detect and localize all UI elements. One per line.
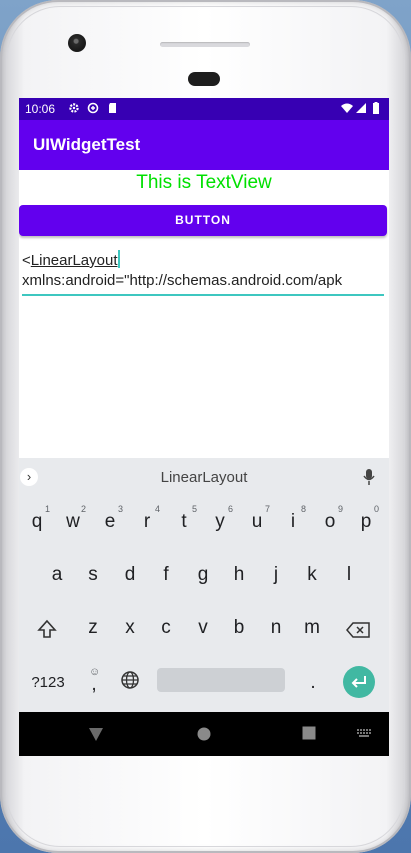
- wifi-icon: [341, 103, 353, 113]
- key-o[interactable]: o: [315, 511, 345, 533]
- suggestion-word[interactable]: LinearLayout: [19, 469, 389, 486]
- backspace-key-icon[interactable]: [346, 622, 370, 638]
- key-u[interactable]: u: [242, 511, 272, 533]
- key-m[interactable]: m: [297, 617, 327, 639]
- key-q[interactable]: q: [22, 511, 52, 533]
- key-s[interactable]: s: [78, 564, 108, 586]
- earpiece: [188, 72, 220, 86]
- key-hint-4: 4: [155, 504, 161, 514]
- period-key[interactable]: .: [298, 672, 328, 694]
- nav-home-icon[interactable]: [196, 726, 212, 742]
- key-k[interactable]: k: [297, 564, 327, 586]
- comma-key[interactable]: ,: [79, 674, 109, 696]
- key-d[interactable]: d: [115, 564, 145, 586]
- edit-text-composing-word: LinearLayout: [30, 252, 118, 269]
- key-t[interactable]: t: [169, 511, 199, 533]
- data-saver-icon: [87, 102, 99, 114]
- cell-signal-icon: [356, 103, 366, 113]
- key-z[interactable]: z: [78, 617, 108, 639]
- sd-card-icon: [109, 103, 116, 113]
- key-r[interactable]: r: [132, 511, 162, 533]
- key-f[interactable]: f: [151, 564, 181, 586]
- edit-text-line2: xmlns:android="http://schemas.android.co…: [22, 272, 343, 289]
- key-i[interactable]: i: [278, 511, 308, 533]
- text-view: This is TextView: [136, 172, 272, 193]
- enter-arrow-icon: [351, 676, 366, 688]
- key-h[interactable]: h: [224, 564, 254, 586]
- symbols-key[interactable]: ?123: [27, 674, 69, 691]
- key-l[interactable]: l: [334, 564, 364, 586]
- edit-text-field[interactable]: <LinearLayout xmlns:android="http://sche…: [22, 250, 384, 296]
- settings-gear-icon: [69, 103, 79, 113]
- front-camera: [68, 34, 86, 52]
- key-hint-6: 6: [228, 504, 234, 514]
- speaker-grill: [160, 42, 250, 47]
- key-v[interactable]: v: [188, 617, 218, 639]
- nav-back-icon[interactable]: [88, 726, 104, 742]
- soft-keyboard: q 1 w 2 e 3 r 4 t 5 y 6 u 7 i 8 o 9 p 0 a s d f g h j k l z x c v b n m ?123…: [19, 496, 389, 712]
- key-a[interactable]: a: [42, 564, 72, 586]
- key-b[interactable]: b: [224, 617, 254, 639]
- status-bar: 10:06: [19, 98, 389, 120]
- key-w[interactable]: w: [58, 511, 88, 533]
- key-c[interactable]: c: [151, 617, 181, 639]
- edit-text-prefix: <: [22, 252, 31, 269]
- spacebar-key[interactable]: [157, 668, 285, 692]
- microphone-icon[interactable]: [362, 468, 376, 486]
- battery-icon: [373, 102, 379, 114]
- key-hint-5: 5: [192, 504, 198, 514]
- suggestion-strip: › LinearLayout: [19, 458, 389, 496]
- key-j[interactable]: j: [261, 564, 291, 586]
- key-p[interactable]: p: [351, 511, 381, 533]
- key-e[interactable]: e: [95, 511, 125, 533]
- key-g[interactable]: g: [188, 564, 218, 586]
- app-bar: UIWidgetTest: [19, 120, 389, 170]
- navigation-bar: [19, 712, 389, 756]
- key-x[interactable]: x: [115, 617, 145, 639]
- key-y[interactable]: y: [205, 511, 235, 533]
- enter-key[interactable]: [343, 666, 375, 698]
- key-hint-8: 8: [301, 504, 307, 514]
- primary-button[interactable]: BUTTON: [19, 205, 387, 236]
- key-hint-3: 3: [118, 504, 124, 514]
- nav-recents-icon[interactable]: [302, 726, 316, 740]
- shift-key-icon[interactable]: [37, 619, 57, 639]
- phone-frame: 10:06 UIWidgetTest This is TextView BUTT…: [0, 0, 411, 853]
- language-globe-icon[interactable]: [120, 670, 140, 690]
- text-cursor: [117, 250, 120, 268]
- key-hint-7: 7: [265, 504, 271, 514]
- key-hint-1: 1: [45, 504, 51, 514]
- key-hint-9: 9: [338, 504, 344, 514]
- app-title: UIWidgetTest: [33, 135, 141, 154]
- key-n[interactable]: n: [261, 617, 291, 639]
- keyboard-switch-icon[interactable]: [357, 729, 371, 739]
- device-screen: 10:06 UIWidgetTest This is TextView BUTT…: [19, 98, 389, 756]
- key-hint-2: 2: [81, 504, 87, 514]
- status-time: 10:06: [25, 102, 56, 116]
- key-hint-0: 0: [374, 504, 380, 514]
